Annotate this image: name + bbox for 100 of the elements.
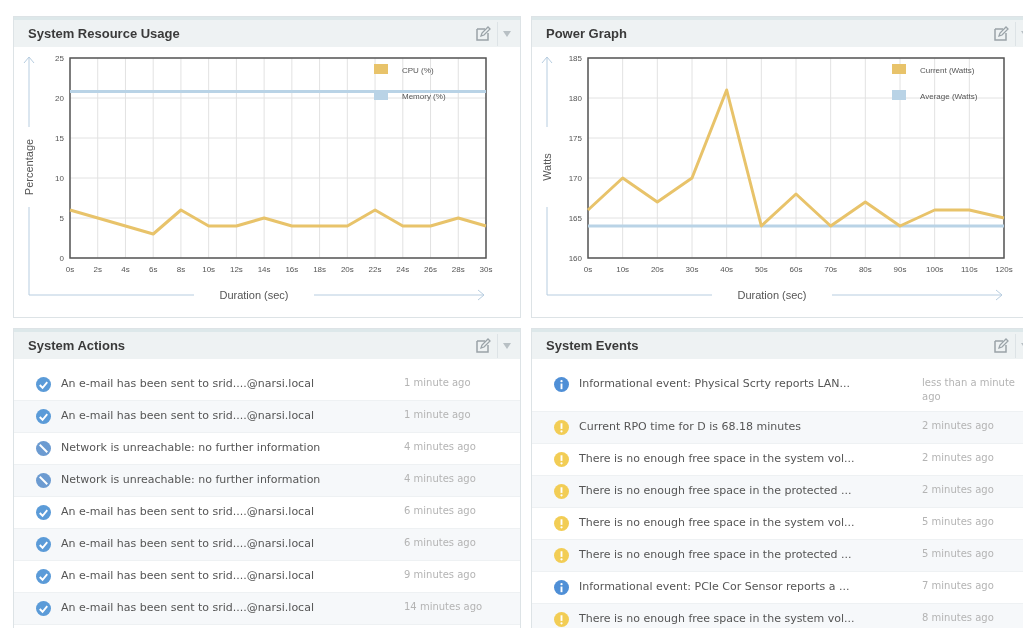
warning-icon [554, 548, 569, 563]
row-time: 6 minutes ago [404, 536, 477, 550]
tick-label: 165 [568, 214, 582, 223]
list-row[interactable]: There is no enough free space in the protected ... 5 minutes ago [532, 540, 1023, 572]
row-time: 2 minutes ago [922, 483, 995, 497]
check-icon [36, 377, 51, 392]
legend-label: Current (Watts) [920, 66, 975, 75]
row-text: Current RPO time for D is 68.18 minutes [579, 419, 802, 435]
tick-label: 6s [148, 265, 158, 274]
tick-label: 60s [789, 265, 803, 274]
tick-label: 4s [121, 265, 130, 274]
tick-label: 25 [55, 54, 64, 63]
list-row[interactable]: Current RPO time for D is 68.18 minutes 2 minutes ago [532, 412, 1023, 444]
edit-icon [475, 337, 491, 354]
warning-icon [554, 484, 569, 499]
tick-label: 10s [616, 265, 630, 274]
row-text: An e-mail has been sent to srid....@narsi.local [61, 536, 315, 552]
check-icon [36, 537, 51, 552]
tick-label: 10 [55, 174, 64, 183]
row-time: 7 minutes ago [922, 579, 995, 593]
tick-label: 20s [340, 265, 354, 274]
warning-icon [554, 452, 569, 467]
row-text: Network is unreachable: no further information [61, 472, 322, 488]
row-text: An e-mail has been sent to srid....@narsi.local [61, 568, 315, 584]
tick-label: 80s [858, 265, 872, 274]
row-text: There is no enough free space in the system vol... [579, 515, 856, 531]
tick-label: 30s [479, 265, 493, 274]
axis-title: Percentage [23, 138, 35, 196]
list-row[interactable]: There is no enough free space in the protected ... 2 minutes ago [532, 476, 1023, 508]
tick-label: 24s [396, 265, 410, 274]
axis-title: Duration (sec) [737, 289, 807, 301]
row-time: less than a minute ago [922, 376, 1016, 404]
list-row[interactable]: There is no enough free space in the system vol... 8 minutes ago [532, 604, 1023, 628]
tick-label: 8s [176, 265, 186, 274]
list-row[interactable]: An e-mail has been sent to srid....@narsi.local 14 minutes ago [14, 593, 520, 625]
list-row[interactable]: Network is unreachable: no further information 4 minutes ago [14, 465, 520, 497]
tick-label: 100s [926, 265, 944, 274]
blocked-icon [36, 441, 51, 456]
tick-label: 50s [754, 265, 768, 274]
tick-label: 5 [59, 214, 64, 223]
legend-label: Memory (%) [402, 92, 446, 101]
axis-title: Duration (sec) [219, 289, 289, 301]
row-time: 1 minute ago [404, 408, 472, 422]
row-text: There is no enough free space in the protected ... [579, 483, 853, 499]
check-icon [36, 505, 51, 520]
tick-label: 90s [893, 265, 907, 274]
tick-label: 180 [568, 94, 582, 103]
warning-icon [554, 612, 569, 627]
row-text: An e-mail has been sent to srid....@narsi.local [61, 504, 315, 520]
row-time: 8 minutes ago [922, 611, 995, 625]
edit-icon [993, 25, 1009, 42]
tick-label: 175 [568, 134, 582, 143]
tick-label: 120s [995, 265, 1013, 274]
edit-icon [993, 337, 1009, 354]
tick-label: 70s [824, 265, 838, 274]
row-text: Network is unreachable: no further information [61, 440, 322, 456]
tick-label: 110s [960, 265, 978, 274]
check-icon [36, 409, 51, 424]
blocked-icon [36, 473, 51, 488]
tick-label: 30s [685, 265, 699, 274]
row-time: 6 minutes ago [404, 504, 477, 518]
row-time: 2 minutes ago [922, 419, 995, 433]
tick-label: 20s [650, 265, 664, 274]
tick-label: 14s [257, 265, 271, 274]
row-time: 9 minutes ago [404, 568, 477, 582]
warning-icon [554, 516, 569, 531]
tick-label: 22s [368, 265, 382, 274]
row-time: 1 minute ago [404, 376, 472, 390]
row-text: Informational event: Physical Scrty reports LAN... [579, 376, 852, 392]
caret-icon [503, 30, 511, 37]
tick-label: 0s [583, 265, 593, 274]
row-text: Informational event: PCIe Cor Sensor reports a ... [579, 579, 851, 595]
row-time: 5 minutes ago [922, 515, 995, 529]
tick-label: 28s [451, 265, 465, 274]
info-icon [554, 377, 569, 392]
panel-title: System Actions [28, 336, 127, 355]
panel-title: System Events [546, 336, 640, 355]
row-text: There is no enough free space in the system vol... [579, 611, 856, 627]
tick-label: 12s [229, 265, 243, 274]
tick-label: 15 [55, 134, 64, 143]
tick-label: 40s [720, 265, 734, 274]
tick-label: 160 [568, 254, 582, 263]
axis-title: Watts [541, 153, 553, 181]
list-row[interactable]: An e-mail has been sent to srid....@narsi.local 1 minute ago [14, 401, 520, 433]
tick-label: 0s [65, 265, 75, 274]
list-row[interactable]: An e-mail has been sent to srid....@narsi.local 6 minutes ago [14, 529, 520, 561]
check-icon [36, 601, 51, 616]
row-text: An e-mail has been sent to srid....@narsi.local [61, 408, 315, 424]
caret-icon [503, 342, 511, 349]
legend-label: Average (Watts) [920, 92, 978, 101]
row-time: 2 minutes ago [922, 451, 995, 465]
tick-label: 16s [285, 265, 299, 274]
row-time: 4 minutes ago [404, 440, 477, 454]
tick-label: 18s [313, 265, 327, 274]
tick-label: 2s [93, 265, 102, 274]
panel-title: Power Graph [546, 24, 628, 43]
tick-label: 10s [202, 265, 216, 274]
tick-label: 170 [568, 174, 582, 183]
tick-label: 185 [568, 54, 582, 63]
row-time: 4 minutes ago [404, 472, 477, 486]
